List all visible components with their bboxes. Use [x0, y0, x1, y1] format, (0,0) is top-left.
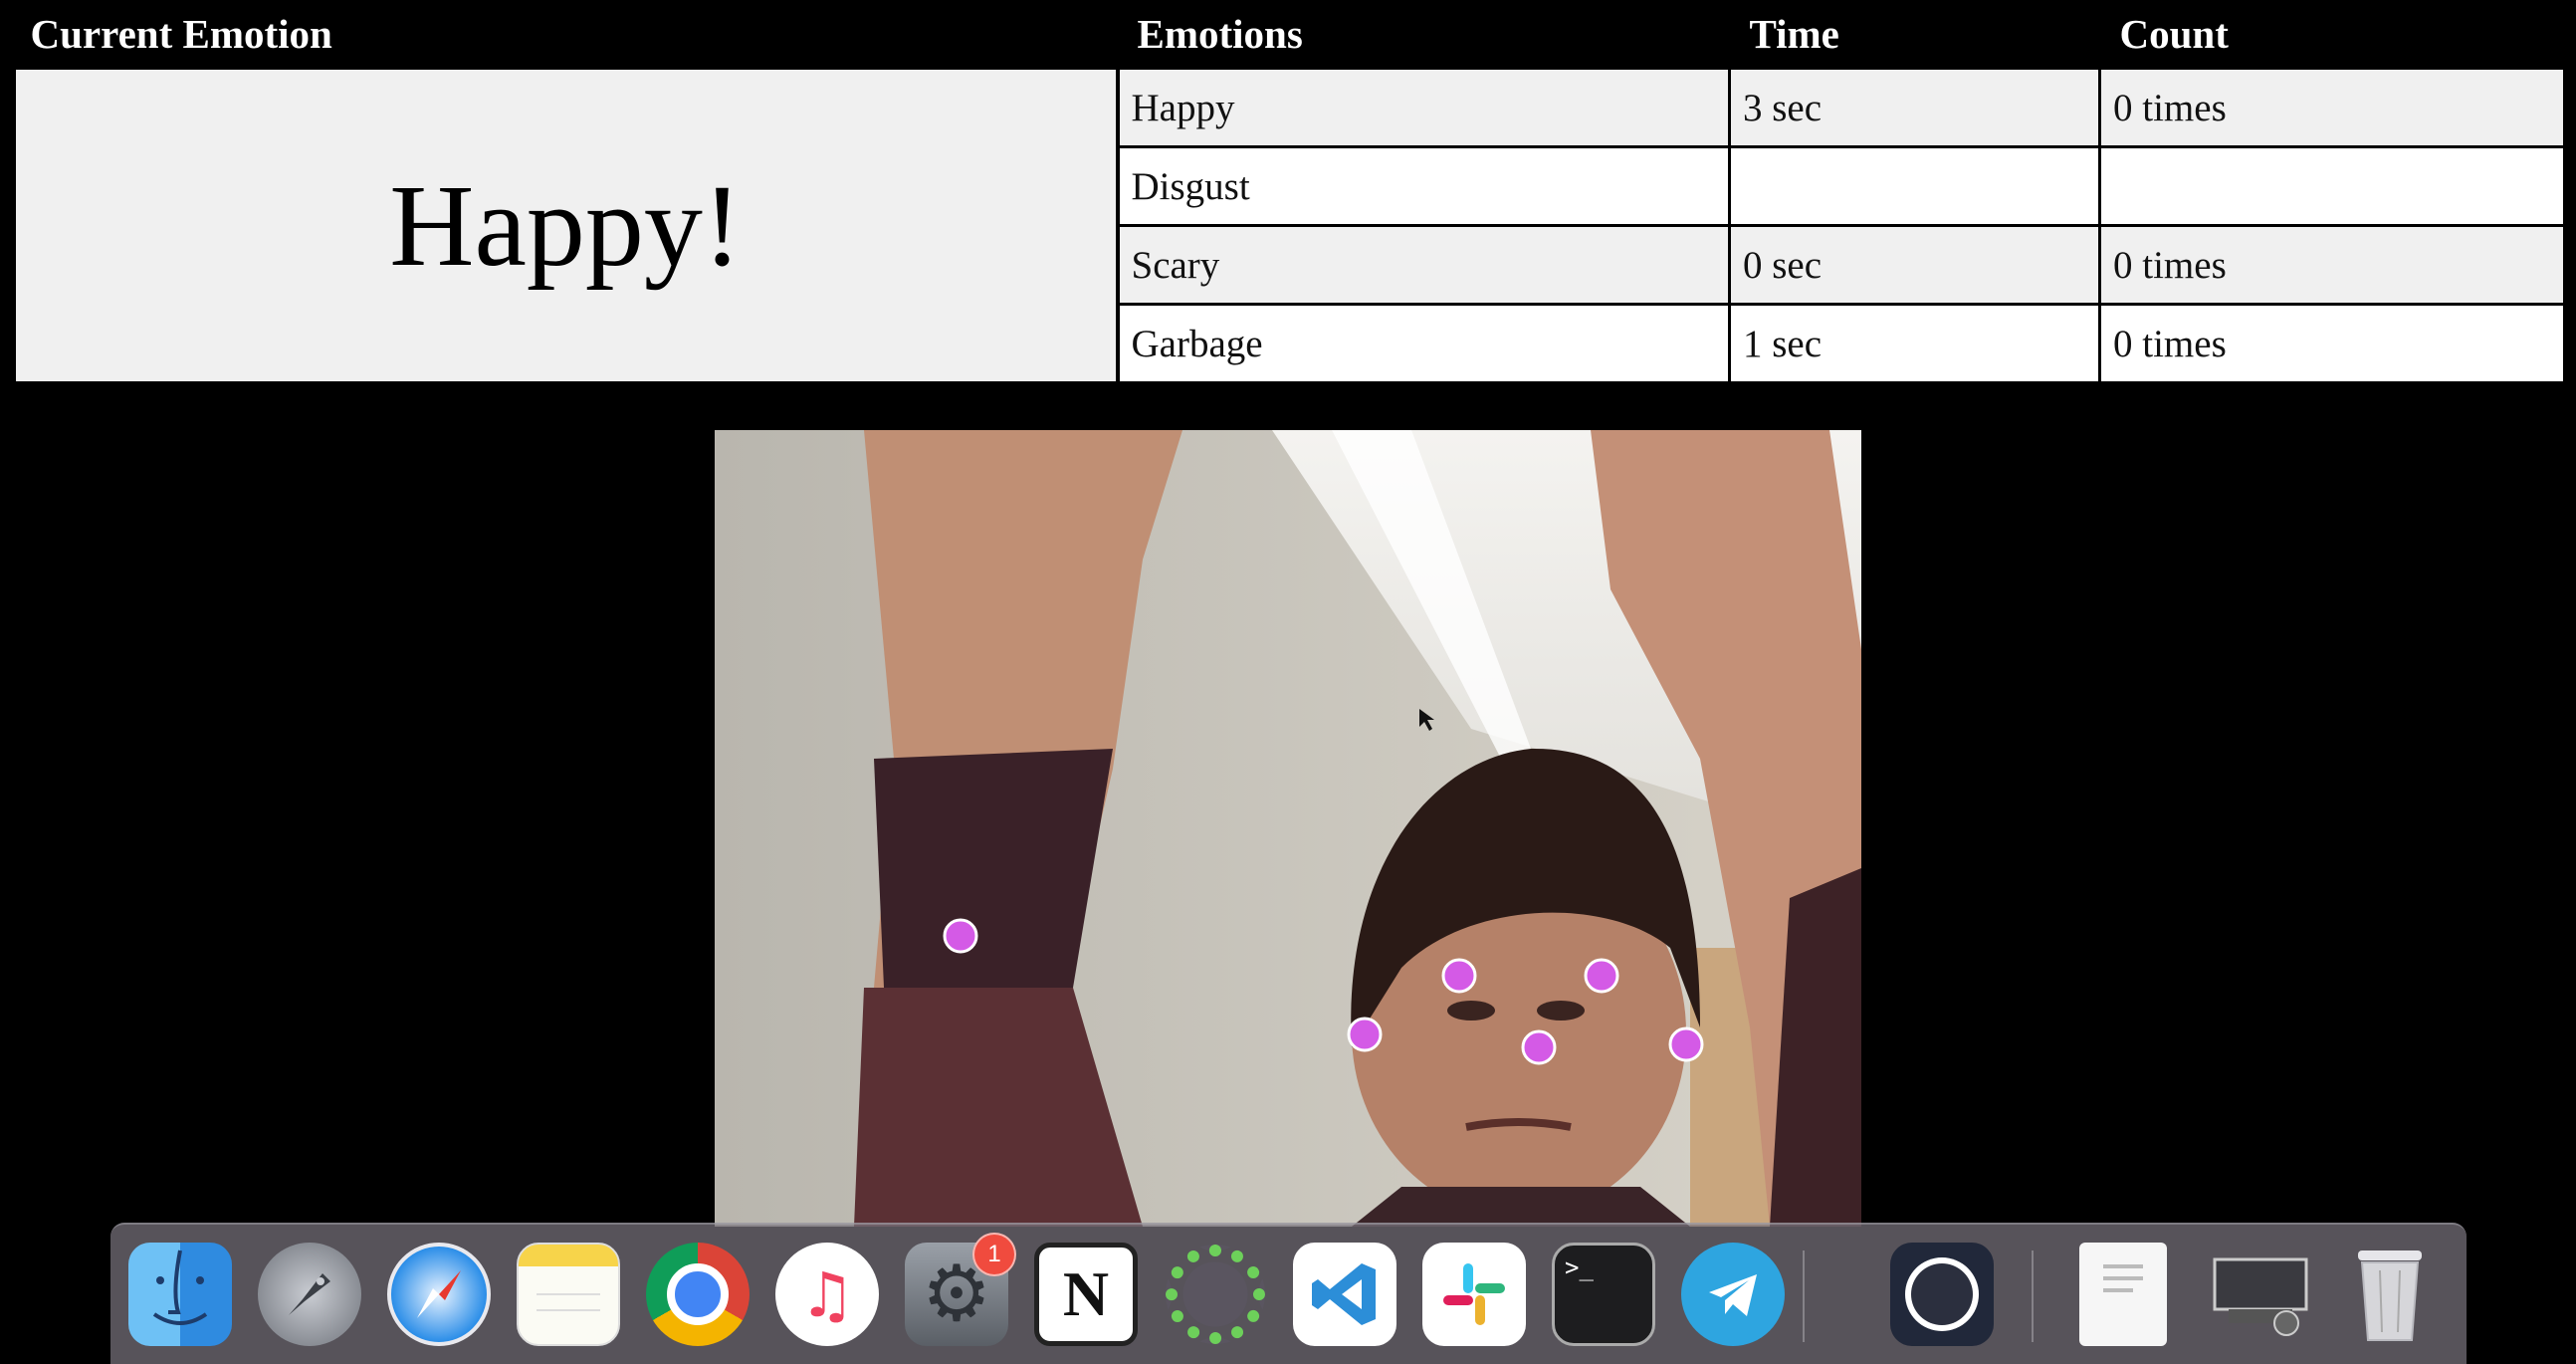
emotion-name: Disgust	[1116, 145, 1731, 227]
emotion-time: 3 sec	[1728, 67, 2101, 148]
macos-dock: ♫ ⚙ 1 N >_	[110, 1223, 2467, 1364]
header-emotions: Emotions	[1117, 0, 1730, 69]
emotion-name: Scary	[1116, 224, 1731, 306]
document-icon[interactable]	[2079, 1243, 2167, 1346]
finder-icon[interactable]	[128, 1243, 232, 1346]
emotion-count	[2098, 145, 2566, 227]
chrome-icon[interactable]	[646, 1243, 750, 1346]
webcam-image	[715, 430, 1861, 1227]
emotion-time: 0 sec	[1728, 224, 2101, 306]
system-preferences-icon[interactable]: ⚙ 1	[905, 1233, 1016, 1346]
app-loading-ring-icon[interactable]	[1164, 1243, 1267, 1346]
header-time: Time	[1729, 0, 2100, 69]
music-icon[interactable]: ♫	[775, 1243, 879, 1346]
trash-icon[interactable]	[2338, 1243, 2442, 1346]
slack-icon[interactable]	[1422, 1243, 1526, 1346]
keypoint-left-eye	[1441, 958, 1477, 994]
notion-icon[interactable]: N	[1034, 1243, 1138, 1346]
vscode-icon[interactable]	[1293, 1243, 1396, 1346]
table-row: Happy! Happy 3 sec 0 times	[13, 67, 2566, 384]
webcam-feed	[715, 430, 1861, 1227]
notion-label: N	[1062, 1258, 1110, 1329]
emotion-count: 0 times	[2098, 303, 2566, 384]
current-emotion-value: Happy!	[13, 67, 1120, 384]
emotion-count: 0 times	[2098, 67, 2566, 148]
emotion-time	[1728, 145, 2101, 227]
emotion-name: Happy	[1116, 67, 1731, 148]
screenshot-folder-icon[interactable]	[2209, 1243, 2312, 1346]
emotion-name: Garbage	[1116, 303, 1731, 384]
launchpad-icon[interactable]	[258, 1243, 361, 1346]
terminal-label: >_	[1565, 1253, 1594, 1281]
keypoint-nose	[1521, 1029, 1557, 1065]
keypoint-left-wrist	[943, 918, 978, 954]
dock-separator	[2032, 1250, 2034, 1342]
keypoint-right-eye	[1584, 958, 1619, 994]
obs-icon[interactable]	[1890, 1243, 1994, 1346]
keypoint-left-ear	[1347, 1017, 1383, 1052]
header-current-emotion: Current Emotion	[14, 0, 1118, 69]
dock-separator	[1803, 1250, 1805, 1342]
emotion-table: Current Emotion Emotions Time Count Happ…	[13, 0, 2566, 384]
emotion-time: 1 sec	[1728, 303, 2101, 384]
safari-icon[interactable]	[387, 1243, 491, 1346]
terminal-icon[interactable]: >_	[1552, 1243, 1655, 1346]
table-header-row: Current Emotion Emotions Time Count	[14, 0, 2565, 69]
telegram-icon[interactable]	[1681, 1243, 1785, 1346]
keypoint-right-ear	[1668, 1026, 1704, 1062]
notification-badge: 1	[972, 1233, 1016, 1276]
header-count: Count	[2099, 0, 2565, 69]
notes-icon[interactable]	[517, 1243, 620, 1346]
emotion-count: 0 times	[2098, 224, 2566, 306]
